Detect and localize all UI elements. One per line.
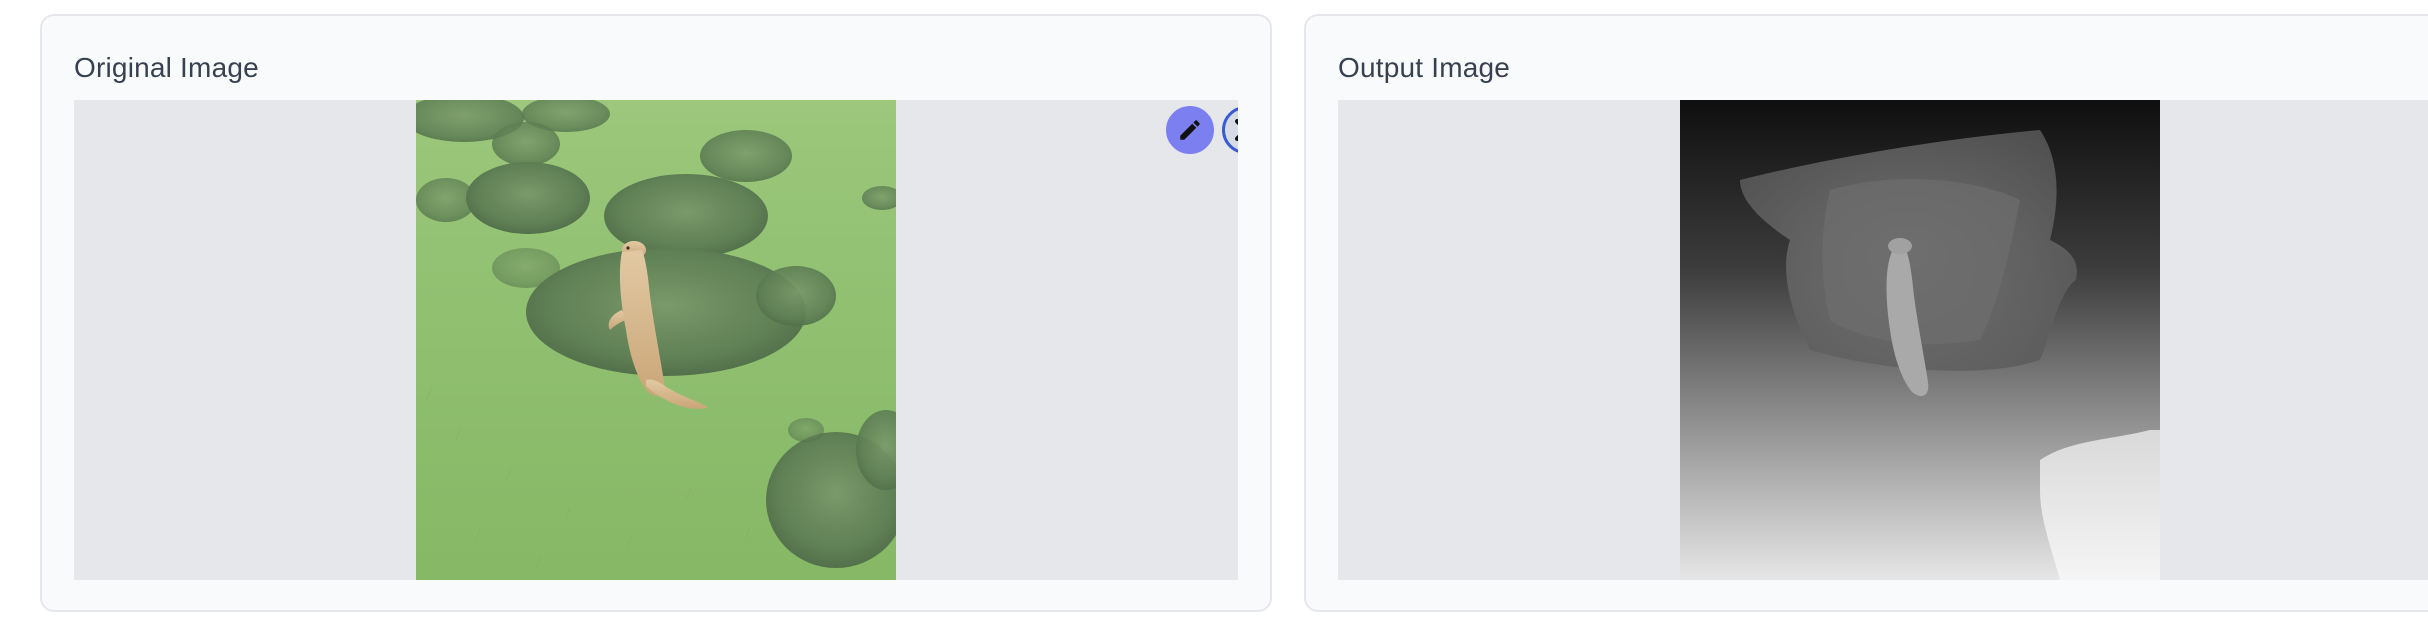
close-icon — [1235, 119, 1238, 141]
original-photo — [416, 100, 896, 580]
original-image-area[interactable] — [74, 100, 1238, 580]
edit-button[interactable] — [1166, 106, 1214, 154]
output-image-area — [1338, 100, 2428, 580]
output-image-panel: Output Image — [1304, 14, 2428, 612]
panel-title: Output Image — [1338, 52, 1511, 83]
pencil-icon — [1180, 120, 1200, 140]
panel-title: Original Image — [74, 52, 259, 83]
output-photo — [1680, 100, 2160, 580]
depth-map-image — [1680, 100, 2160, 580]
original-image-panel: Original Image — [40, 14, 1272, 612]
mongoose-photo-image — [416, 100, 896, 580]
close-button[interactable] — [1222, 106, 1238, 154]
